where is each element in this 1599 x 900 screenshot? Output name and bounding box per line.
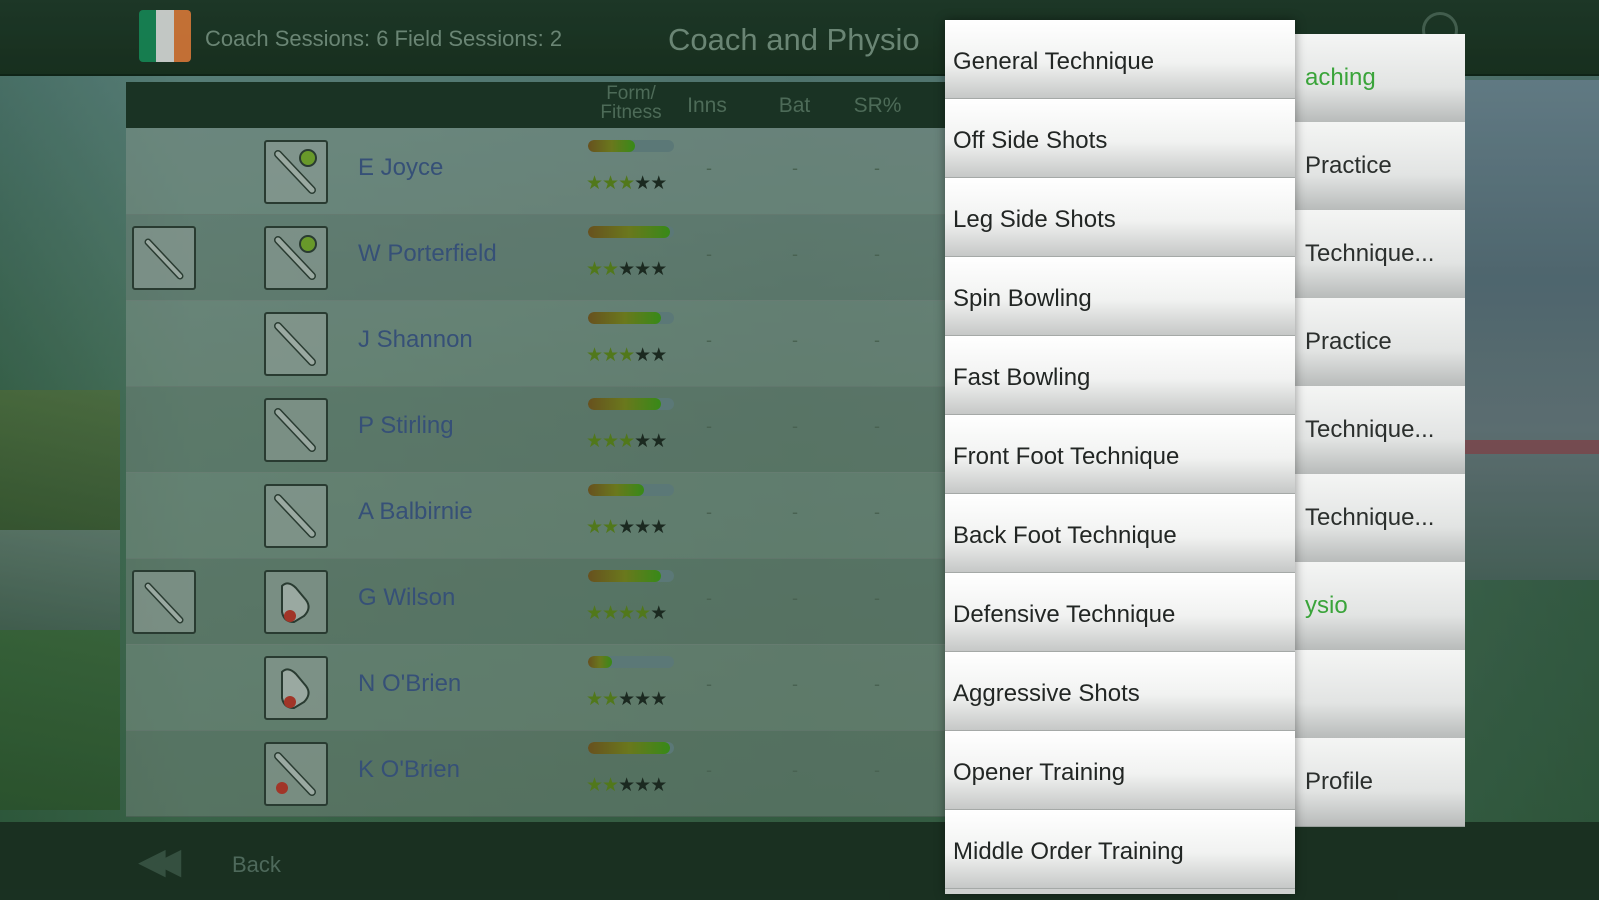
dropdown-option[interactable]: Opener Training	[945, 731, 1295, 810]
dropdown-option[interactable]: Middle Order Training	[945, 810, 1295, 889]
dropdown-option[interactable]: Aggressive Shots	[945, 652, 1295, 731]
dropdown-option-label: Middle Order Training	[953, 838, 1184, 865]
dropdown-option-label: Fast Bowling	[953, 364, 1091, 391]
dropdown-option-label: Front Foot Technique	[953, 443, 1180, 470]
coach-menu-item-label: Practice	[1305, 328, 1392, 355]
dropdown-option-label: Aggressive Shots	[953, 680, 1140, 707]
coach-menu-item-label: ysio	[1305, 592, 1348, 619]
dropdown-option-label: Back Foot Technique	[953, 522, 1177, 549]
dropdown-option[interactable]: Defensive Technique	[945, 573, 1295, 652]
dropdown-option-label: General Technique	[953, 48, 1155, 75]
dropdown-option[interactable]: Off Side Shots	[945, 99, 1295, 178]
coaching-options-dropdown: General Technique Off Side Shots Leg Side …	[945, 20, 1295, 894]
dropdown-option-label: Spin Bowling	[953, 285, 1092, 312]
coach-menu-item-label: Technique...	[1305, 416, 1435, 443]
dropdown-option-label: Off Side Shots	[953, 127, 1108, 154]
dropdown-option-label: Defensive Technique	[953, 601, 1176, 628]
dropdown-option-label: Leg Side Shots	[953, 206, 1116, 233]
dropdown-option[interactable]: Leg Side Shots	[945, 178, 1295, 257]
coach-menu-item-label: aching	[1305, 64, 1376, 91]
dropdown-option[interactable]: Front Foot Technique	[945, 415, 1295, 494]
coach-menu-item-label: Technique...	[1305, 240, 1435, 267]
dropdown-option[interactable]: General Technique	[945, 20, 1295, 99]
coach-menu-item-label: Practice	[1305, 152, 1392, 179]
coach-menu-item-label: Technique...	[1305, 504, 1435, 531]
coach-menu-item-label: Profile	[1305, 768, 1374, 795]
dropdown-option[interactable]: Fast Bowling	[945, 336, 1295, 415]
dropdown-option-label: Opener Training	[953, 759, 1126, 786]
dropdown-option[interactable]: Back Foot Technique	[945, 494, 1295, 573]
dropdown-option[interactable]: Spin Bowling	[945, 257, 1295, 336]
